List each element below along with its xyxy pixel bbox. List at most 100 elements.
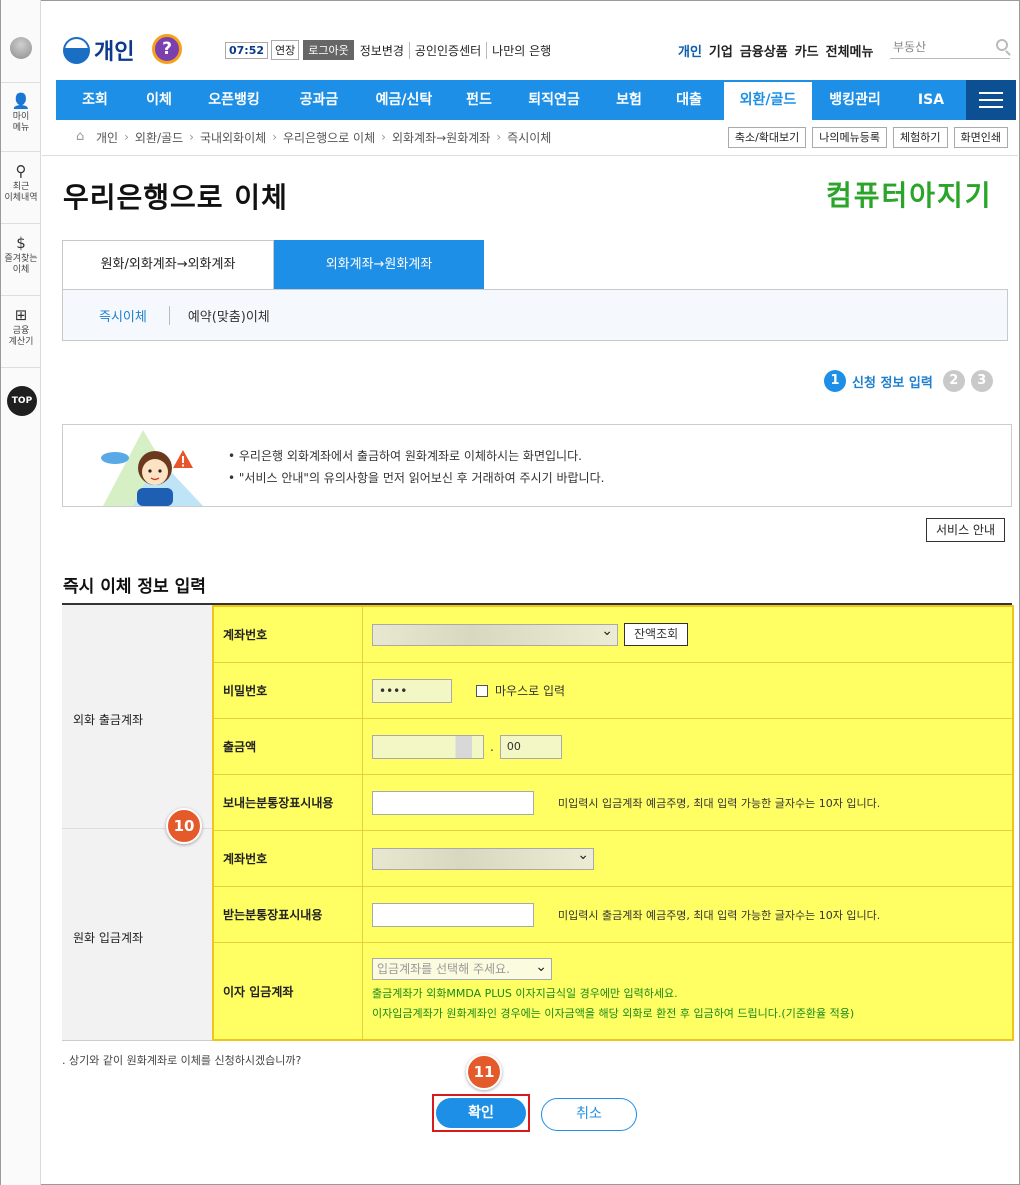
- chevron-right-icon: ›: [496, 130, 502, 144]
- step-indicator: 1 신청 정보 입력 2 3: [824, 370, 999, 392]
- transfer-mode-subtabs: 즉시이체 예약(맞춤)이체: [62, 289, 1008, 341]
- breadcrumb-current: 즉시이체: [507, 130, 552, 145]
- mouse-input-checkbox[interactable]: [476, 684, 488, 697]
- service-notice-box: • 우리은행 외화계좌에서 출금하여 원화계좌로 이체하시는 화면입니다. • …: [62, 424, 1012, 507]
- zoom-toggle-button[interactable]: 축소/확대보기: [727, 127, 807, 148]
- deposit-account-select[interactable]: [372, 847, 594, 870]
- nav-isa[interactable]: ISA: [898, 80, 964, 120]
- interest-note-2: 이자입금계좌가 원화계좌인 경우에는 이자금액을 해당 외화로 환전 후 입금하…: [372, 1007, 855, 1020]
- row-receiver-memo: 받는분통장표시내용 미입력시 출금계좌 예금주명, 최대 입력 가능한 글자수는…: [214, 887, 1012, 943]
- mouse-input-label: 마우스로 입력: [495, 684, 566, 698]
- row-deposit-account: 계좌번호: [214, 831, 1012, 887]
- sender-memo-input[interactable]: [372, 790, 534, 815]
- rail-calculator[interactable]: ⊞ 금융 계산기: [1, 296, 41, 368]
- rail-recent-transfer[interactable]: ⚲ 최근 이체내역: [1, 152, 41, 224]
- page-tools: 축소/확대보기 나의메뉴등록 체험하기 화면인쇄: [722, 127, 1008, 148]
- breadcrumb-item[interactable]: 외화계좌→원화계좌: [392, 129, 490, 146]
- amount-integer-input[interactable]: [372, 734, 484, 759]
- print-button[interactable]: 화면인쇄: [953, 127, 1008, 148]
- money-bag-icon: $: [16, 234, 26, 252]
- nav-loan[interactable]: 대출: [654, 80, 724, 120]
- personal-link[interactable]: 개인: [678, 41, 702, 60]
- nav-fx-gold[interactable]: 외환/골드: [724, 80, 812, 120]
- products-link[interactable]: 금융상품: [740, 41, 788, 60]
- nav-pension[interactable]: 퇴직연금: [504, 80, 604, 120]
- nav-inquiry[interactable]: 조회: [56, 80, 134, 120]
- subtab-instant-transfer[interactable]: 즉시이체: [63, 306, 169, 325]
- location-icon: ⚲: [15, 162, 27, 180]
- breadcrumb-item[interactable]: 우리은행으로 이체: [283, 129, 375, 146]
- tab-to-won-account[interactable]: 외화계좌→원화계좌: [274, 240, 484, 289]
- search-input[interactable]: 부동산: [890, 37, 1010, 59]
- sender-memo-note: 미입력시 입금계좌 예금주명, 최대 입력 가능한 글자수는 10자 입니다.: [558, 796, 881, 810]
- receiver-memo-input[interactable]: [372, 902, 534, 927]
- withdraw-account-select[interactable]: [372, 623, 618, 646]
- search-icon[interactable]: [996, 39, 1008, 51]
- scroll-top-button[interactable]: TOP: [7, 386, 37, 416]
- tab-to-foreign-account[interactable]: 원화/외화계좌→외화계좌: [62, 240, 274, 289]
- bank-staff-illustration-icon: [93, 428, 213, 506]
- nav-open-banking[interactable]: 오픈뱅킹: [184, 80, 284, 120]
- deposit-account-group-label: 원화 입금계좌: [73, 931, 144, 945]
- nav-deposit[interactable]: 예금/신탁: [354, 80, 454, 120]
- bank-logo-icon: [10, 37, 32, 59]
- breadcrumb-item[interactable]: 국내외화이체: [200, 129, 266, 146]
- confirm-button[interactable]: 확인: [436, 1098, 526, 1128]
- subtab-scheduled-transfer[interactable]: 예약(맞춤)이체: [168, 305, 288, 325]
- nav-fund[interactable]: 펀드: [454, 80, 504, 120]
- decimal-point: .: [490, 739, 494, 754]
- rail-my-menu-label: 마이 메뉴: [12, 112, 30, 133]
- cancel-button[interactable]: 취소: [541, 1098, 637, 1131]
- nav-transfer[interactable]: 이체: [134, 80, 184, 120]
- nav-utility-bills[interactable]: 공과금: [284, 80, 354, 120]
- rail-recent-label: 최근 이체내역: [4, 182, 38, 203]
- session-utility: 07:52 연장 로그아웃 정보변경 공인인증센터 나만의 은행: [225, 40, 556, 60]
- amount-decimal-input[interactable]: 00: [499, 734, 562, 759]
- rail-favorite-transfer[interactable]: $ 즐겨찾는 이체: [1, 224, 41, 296]
- interest-account-select[interactable]: 입금계좌를 선택해 주세요.: [372, 957, 552, 980]
- trial-button[interactable]: 체험하기: [893, 127, 948, 148]
- corporate-link[interactable]: 기업: [709, 41, 733, 60]
- watermark-text: 컴퓨터아지기: [826, 179, 993, 212]
- cert-center-link[interactable]: 공인인증센터: [408, 41, 486, 59]
- label-deposit-account-number: 계좌번호: [214, 831, 363, 886]
- row-password: 비밀번호 •••• 마우스로 입력: [214, 663, 1012, 719]
- transfer-form-highlight: 계좌번호 잔액조회 비밀번호 •••• 마우스로 입력 출금액 . 00 보내는…: [212, 605, 1014, 1041]
- label-amount: 출금액: [214, 719, 363, 774]
- all-menu-link[interactable]: 전체메뉴: [826, 41, 874, 60]
- chevron-right-icon: ›: [381, 130, 386, 144]
- add-my-menu-button[interactable]: 나의메뉴등록: [812, 127, 888, 148]
- rail-my-menu[interactable]: 👤 마이 메뉴: [1, 82, 41, 152]
- notice-line: • "서비스 안내"의 유의사항을 먼저 읽어보신 후 거래하여 주시기 바랍니…: [228, 471, 605, 485]
- help-icon[interactable]: ?: [152, 34, 182, 64]
- hamburger-menu-button[interactable]: [966, 80, 1016, 120]
- my-bank-link[interactable]: 나만의 은행: [486, 41, 556, 59]
- breadcrumb-item[interactable]: 개인: [96, 129, 118, 146]
- row-withdraw-account: 계좌번호 잔액조회: [214, 607, 1012, 663]
- row-interest-account: 이자 입금계좌 입금계좌를 선택해 주세요. 출금계좌가 외화MMDA PLUS…: [214, 943, 1012, 1039]
- section-title: 즉시 이체 정보 입력: [63, 577, 206, 597]
- card-link[interactable]: 카드: [795, 41, 819, 60]
- logout-button[interactable]: 로그아웃: [303, 40, 354, 60]
- chevron-right-icon: ›: [124, 130, 129, 144]
- label-password: 비밀번호: [214, 663, 363, 718]
- label-interest-account: 이자 입금계좌: [214, 943, 363, 1039]
- home-icon[interactable]: ⌂: [76, 130, 90, 143]
- site-category-links: 개인 기업 금융상품 카드 전체메뉴: [678, 40, 880, 60]
- hamburger-icon: [979, 92, 1003, 94]
- search-placeholder: 부동산: [893, 40, 927, 54]
- service-guide-button[interactable]: 서비스 안내: [926, 518, 1006, 542]
- extend-session-button[interactable]: 연장: [271, 40, 300, 60]
- label-receiver-memo: 받는분통장표시내용: [214, 887, 363, 942]
- nav-insurance[interactable]: 보험: [604, 80, 654, 120]
- nav-banking-management[interactable]: 뱅킹관리: [812, 80, 898, 120]
- site-logo[interactable]: 개인: [63, 36, 134, 65]
- balance-inquiry-button[interactable]: 잔액조회: [624, 623, 689, 646]
- step-1-badge: 1: [824, 370, 846, 392]
- info-change-link[interactable]: 정보변경: [360, 42, 409, 59]
- confirm-button-highlight: 확인: [432, 1094, 530, 1132]
- person-icon: 👤: [11, 92, 31, 110]
- step-annotation-badge: 10: [166, 808, 202, 844]
- breadcrumb-item[interactable]: 외환/골드: [135, 129, 183, 146]
- password-input[interactable]: ••••: [372, 678, 452, 703]
